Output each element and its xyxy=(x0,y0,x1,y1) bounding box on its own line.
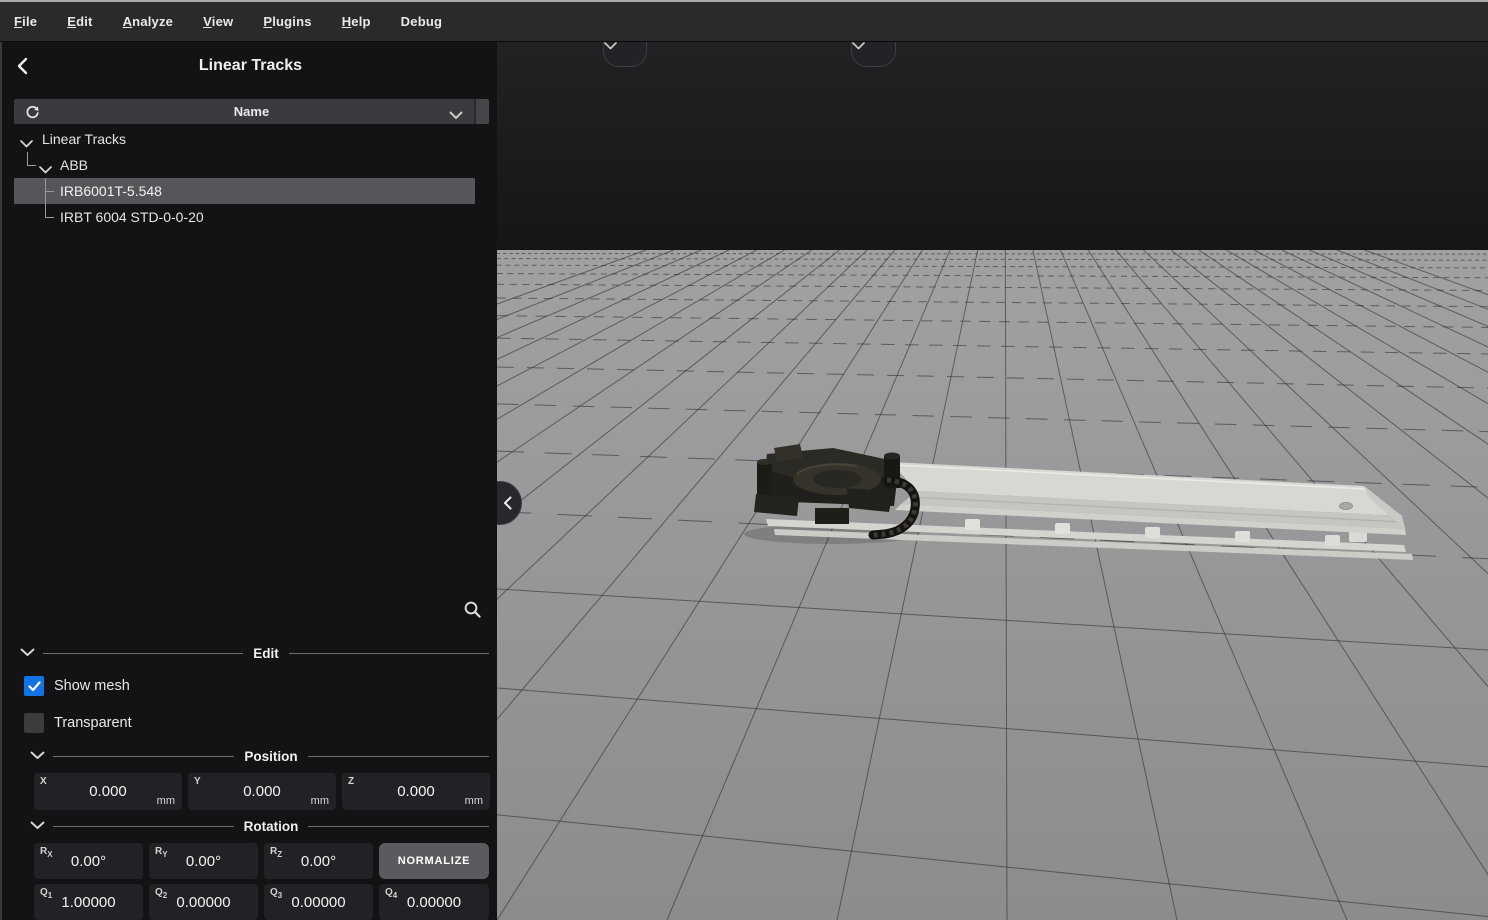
viewport-dropdown-right[interactable] xyxy=(851,42,896,67)
transparent-checkbox[interactable] xyxy=(24,713,44,733)
tree-connector xyxy=(27,152,28,165)
sort-dropdown-button[interactable] xyxy=(449,107,463,125)
menu-help[interactable]: Help xyxy=(342,14,371,29)
window-top-edge xyxy=(0,0,1488,2)
scene-canvas xyxy=(497,42,1488,920)
search-button[interactable] xyxy=(458,595,486,623)
field-value: 0.00000 xyxy=(149,884,258,920)
rotation-section-title: Rotation xyxy=(234,819,309,834)
back-button[interactable] xyxy=(8,52,36,80)
tree-label: Linear Tracks xyxy=(42,131,126,147)
application-window: File Edit Analyze View Plugins Help Debu… xyxy=(0,0,1488,920)
chevron-down-icon[interactable] xyxy=(39,161,52,177)
position-x-field[interactable]: X 0.000 mm xyxy=(34,773,182,810)
page-title: Linear Tracks xyxy=(2,42,499,90)
menu-file[interactable]: File xyxy=(14,14,37,29)
collapse-edit-chevron-icon[interactable] xyxy=(20,644,35,662)
field-unit: mm xyxy=(157,795,175,807)
scene-background xyxy=(497,42,1488,250)
show-mesh-label: Show mesh xyxy=(54,678,130,694)
linear-tracks-tree: Linear Tracks ABB IRB6001T-5.548 IRBT 60… xyxy=(2,126,499,230)
linear-tracks-panel: Linear Tracks Name xyxy=(0,42,497,920)
tree-row-irbt6004[interactable]: IRBT 6004 STD-0-0-20 xyxy=(2,204,499,230)
tree-label: ABB xyxy=(60,157,88,173)
tree-row-linear-tracks[interactable]: Linear Tracks xyxy=(2,126,499,152)
rotation-ry-field[interactable]: RY 0.00° xyxy=(149,843,258,879)
tree-connector xyxy=(45,217,54,218)
tree-label: IRB6001T-5.548 xyxy=(60,183,162,199)
tree-filter-bar: Name xyxy=(14,99,489,124)
tree-row-abb[interactable]: ABB xyxy=(2,152,499,178)
panel-header: Linear Tracks xyxy=(2,42,499,90)
quaternion-q2-field[interactable]: Q2 0.00000 xyxy=(149,884,258,920)
sort-column-header[interactable]: Name xyxy=(14,104,489,119)
transparent-label: Transparent xyxy=(54,715,132,731)
rotation-rx-field[interactable]: RX 0.00° xyxy=(34,843,143,879)
show-mesh-row: Show mesh xyxy=(24,676,130,696)
position-z-field[interactable]: Z 0.000 mm xyxy=(342,773,490,810)
quaternion-q3-field[interactable]: Q3 0.00000 xyxy=(264,884,373,920)
collapse-rotation-chevron-icon[interactable] xyxy=(30,817,45,835)
rotation-rz-field[interactable]: RZ 0.00° xyxy=(264,843,373,879)
menu-view[interactable]: View xyxy=(203,14,233,29)
chevron-down-icon xyxy=(852,42,865,50)
chevron-down-icon xyxy=(604,42,617,50)
viewport-dropdown-left[interactable] xyxy=(603,42,647,67)
position-section-header: Position xyxy=(2,744,499,768)
search-icon xyxy=(463,600,482,619)
tree-label: IRBT 6004 STD-0-0-20 xyxy=(60,209,204,225)
menu-edit[interactable]: Edit xyxy=(67,14,92,29)
menu-analyze[interactable]: Analyze xyxy=(123,14,174,29)
field-value: 0.00000 xyxy=(264,884,373,920)
tree-connector xyxy=(27,165,36,166)
menu-plugins[interactable]: Plugins xyxy=(263,14,311,29)
scrollbar-gutter[interactable] xyxy=(474,99,489,124)
field-value: 0.00° xyxy=(149,843,258,879)
refresh-icon xyxy=(25,105,40,120)
tree-connector xyxy=(45,191,54,192)
rotation-section-header: Rotation xyxy=(2,814,499,838)
checkmark-icon xyxy=(28,681,41,692)
chevron-down-icon xyxy=(449,111,463,120)
quaternion-q1-field[interactable]: Q1 1.00000 xyxy=(34,884,143,920)
edit-section-title: Edit xyxy=(243,646,289,661)
field-value: 0.00° xyxy=(34,843,143,879)
edit-section-header: Edit xyxy=(2,641,499,665)
chevron-left-icon xyxy=(16,57,28,75)
transparent-row: Transparent xyxy=(24,713,132,733)
field-value: 0.00000 xyxy=(379,884,489,920)
field-value: 1.00000 xyxy=(34,884,143,920)
refresh-button[interactable] xyxy=(22,102,42,122)
menubar: File Edit Analyze View Plugins Help Debu… xyxy=(0,2,1488,42)
position-y-field[interactable]: Y 0.000 mm xyxy=(188,773,336,810)
collapse-position-chevron-icon[interactable] xyxy=(30,747,45,765)
chevron-left-icon xyxy=(503,496,512,510)
tree-connector xyxy=(45,204,46,217)
field-unit: mm xyxy=(311,795,329,807)
tree-row-irb6001t[interactable]: IRB6001T-5.548 xyxy=(14,178,475,204)
normalize-button[interactable]: NORMALIZE xyxy=(379,843,489,879)
menu-debug[interactable]: Debug xyxy=(401,14,442,29)
show-mesh-checkbox[interactable] xyxy=(24,676,44,696)
viewport-3d[interactable] xyxy=(497,42,1488,920)
field-unit: mm xyxy=(465,795,483,807)
quaternion-q4-field[interactable]: Q4 0.00000 xyxy=(379,884,489,920)
floor-plane xyxy=(497,250,1488,920)
field-value: 0.00° xyxy=(264,843,373,879)
position-section-title: Position xyxy=(234,749,307,764)
chevron-down-icon[interactable] xyxy=(20,135,33,151)
